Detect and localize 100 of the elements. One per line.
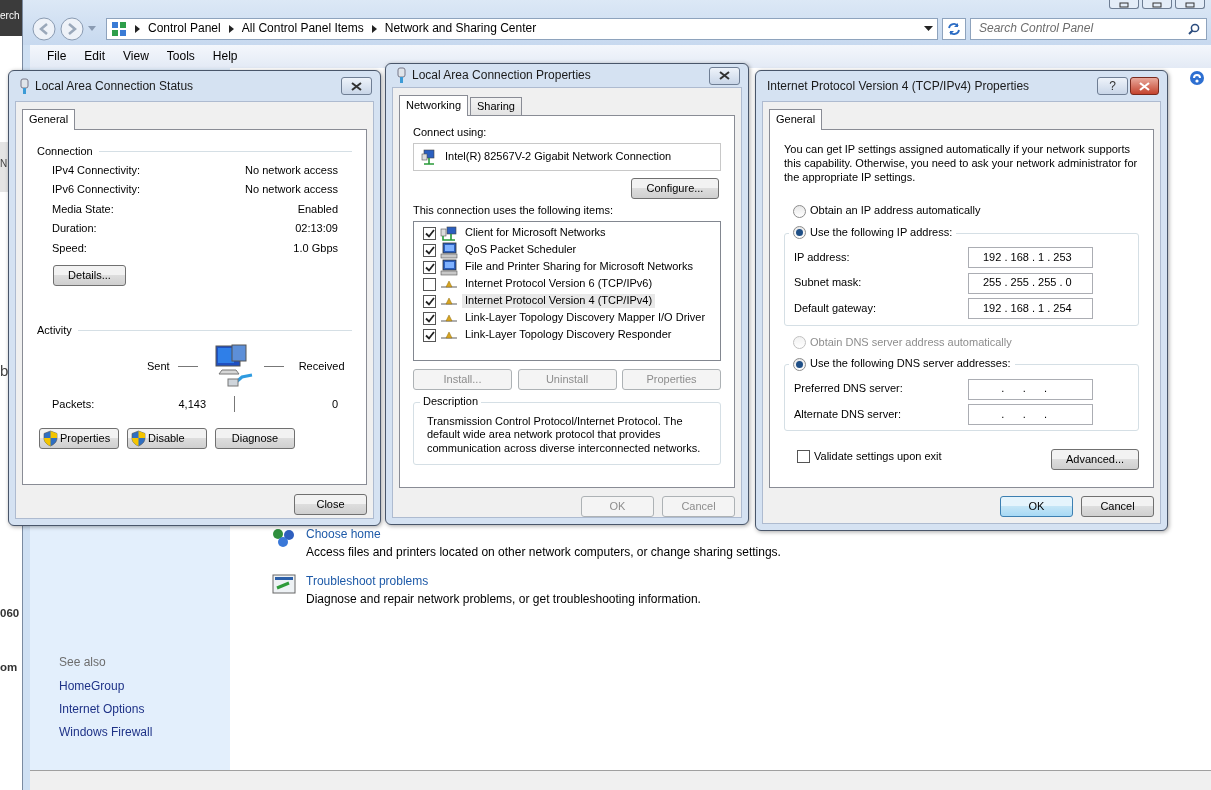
adapter-icon xyxy=(421,148,437,165)
adapter-name: Intel(R) 82567V-2 Gigabit Network Connection xyxy=(445,149,672,164)
window-title: Internet Protocol Version 4 (TCP/IPv4) Properties xyxy=(767,78,1030,94)
maximize-button[interactable] xyxy=(1142,0,1172,9)
field-label: IPv6 Connectivity: xyxy=(52,183,141,197)
chevron-icon[interactable] xyxy=(228,24,234,33)
field-label: IPv4 Connectivity: xyxy=(52,163,141,178)
refresh-button[interactable] xyxy=(942,17,966,40)
help-icon[interactable] xyxy=(1189,70,1205,86)
checkbox[interactable] xyxy=(423,277,436,291)
dialog-button[interactable]: OK xyxy=(1000,496,1073,517)
see-also-link[interactable]: Windows Firewall xyxy=(59,725,230,740)
checkbox[interactable] xyxy=(423,226,436,240)
ip-address-field[interactable]: 192 . 168 . 1 . 254 xyxy=(968,298,1093,320)
sent-label: Sent xyxy=(147,359,170,374)
menu-item[interactable]: Edit xyxy=(75,49,115,64)
plug-icon xyxy=(397,67,406,84)
list-item[interactable]: Client for Microsoft Networks xyxy=(462,226,609,240)
radio-button[interactable] xyxy=(793,226,806,240)
dropdown-icon[interactable] xyxy=(924,25,933,32)
group-heading: Connection xyxy=(37,145,93,159)
radio-button[interactable] xyxy=(793,357,806,371)
field-label: Connect using: xyxy=(413,126,488,140)
computer-icon xyxy=(440,241,458,259)
ip-address-field[interactable]: 255 . 255 . 255 . 0 xyxy=(968,272,1093,294)
radio-label: Obtain DNS server address automatically xyxy=(810,335,1012,350)
dialog-button[interactable]: Disable xyxy=(127,428,207,450)
checkbox[interactable] xyxy=(423,311,436,325)
menu-item[interactable]: Tools xyxy=(157,49,204,64)
list-item[interactable]: Internet Protocol Version 4 (TCP/IPv4) xyxy=(462,294,656,308)
close-button[interactable] xyxy=(709,66,740,85)
text-fragment: b xyxy=(0,362,10,381)
advanced-button[interactable]: Advanced... xyxy=(1051,449,1139,471)
task-link[interactable]: Choose home xyxy=(306,527,781,542)
radio-label: Use the following IP address: xyxy=(810,226,953,240)
chevron-icon[interactable] xyxy=(135,24,140,33)
text-fragment: om xyxy=(0,660,19,675)
close-button[interactable] xyxy=(1130,77,1159,95)
see-also-link[interactable]: Internet Options xyxy=(59,702,230,717)
tab[interactable]: Sharing xyxy=(470,97,522,115)
plug-icon xyxy=(20,77,29,95)
list-item[interactable]: QoS Packet Scheduler xyxy=(462,243,580,257)
close-button[interactable] xyxy=(341,77,372,95)
ip-address-field[interactable]: . . . xyxy=(968,404,1093,425)
field-label: Alternate DNS server: xyxy=(794,407,901,422)
minimize-button[interactable] xyxy=(1109,0,1139,9)
see-also-heading: See also xyxy=(59,655,107,670)
breadcrumb-item[interactable]: All Control Panel Items xyxy=(241,21,364,36)
dialog-button[interactable]: Diagnose xyxy=(215,428,295,450)
received-label: Received xyxy=(298,359,345,374)
list-item[interactable]: File and Printer Sharing for Microsoft Networks xyxy=(462,260,697,274)
ip-address-field[interactable]: . . . xyxy=(968,378,1093,400)
close-dialog-button[interactable]: Close xyxy=(294,494,367,515)
tab[interactable]: General xyxy=(22,109,76,130)
field-label: Subnet mask: xyxy=(794,276,862,291)
checkbox[interactable] xyxy=(423,243,436,257)
radio-label: Obtain an IP address automatically xyxy=(810,204,981,218)
computer-icon xyxy=(440,258,458,276)
breadcrumb-item[interactable]: Control Panel xyxy=(148,21,221,36)
field-label: Duration: xyxy=(52,222,97,237)
search-box[interactable]: Search Control Panel xyxy=(970,17,1207,40)
list-item[interactable]: Internet Protocol Version 6 (TCP/IPv6) xyxy=(462,277,656,291)
protocol-icon xyxy=(440,313,458,323)
radio-label: Use the following DNS server addresses: xyxy=(810,357,1011,371)
address-bar[interactable]: Control Panel All Control Panel Items Network and Sharing Center xyxy=(106,17,938,40)
monitor-icon xyxy=(272,574,296,596)
group-heading: Description xyxy=(420,394,482,409)
checkbox[interactable] xyxy=(797,450,810,464)
field-label: Speed: xyxy=(52,242,87,256)
menu-item[interactable]: Help xyxy=(203,49,247,64)
description-text: Transmission Control Protocol/Internet Protocol. The default wide area network protocol that provides communication across diverse interconnected networks. xyxy=(427,414,702,456)
window-title: Local Area Connection Status xyxy=(35,78,194,94)
dialog-button[interactable]: Cancel xyxy=(1081,496,1154,517)
dialog-button[interactable]: Properties xyxy=(39,428,119,450)
menu-item[interactable]: File xyxy=(38,49,76,64)
group-heading: Activity xyxy=(37,323,72,338)
checkbox[interactable] xyxy=(423,294,436,308)
window-title: Local Area Connection Properties xyxy=(412,68,591,83)
configure-button[interactable]: Configure... xyxy=(631,177,719,199)
help-button[interactable]: ? xyxy=(1097,77,1128,95)
chevron-icon[interactable] xyxy=(371,24,377,33)
list-item[interactable]: Link-Layer Topology Discovery Responder xyxy=(462,328,675,342)
field-label: This connection uses the following items: xyxy=(413,203,614,218)
received-count: 0 xyxy=(331,397,338,412)
tab[interactable]: Networking xyxy=(399,95,469,116)
field-value: No network access xyxy=(245,183,338,197)
see-also-link[interactable]: HomeGroup xyxy=(59,679,230,694)
checkbox[interactable] xyxy=(423,260,436,274)
field-label: Default gateway: xyxy=(794,301,876,316)
list-item[interactable]: Link-Layer Topology Discovery Mapper I/O Driver xyxy=(462,311,709,325)
breadcrumb-item[interactable]: Network and Sharing Center xyxy=(384,21,537,36)
ip-address-field[interactable]: 192 . 168 . 1 . 253 xyxy=(968,247,1093,269)
tab[interactable]: General xyxy=(769,109,823,130)
shield-icon xyxy=(43,430,58,448)
checkbox[interactable] xyxy=(423,328,436,342)
menu-item[interactable]: View xyxy=(114,49,158,64)
details-button[interactable]: Details... xyxy=(53,264,126,286)
text-fragment: 060 xyxy=(0,605,21,621)
task-link[interactable]: Troubleshoot problems xyxy=(306,574,701,589)
radio-button[interactable] xyxy=(793,204,806,218)
